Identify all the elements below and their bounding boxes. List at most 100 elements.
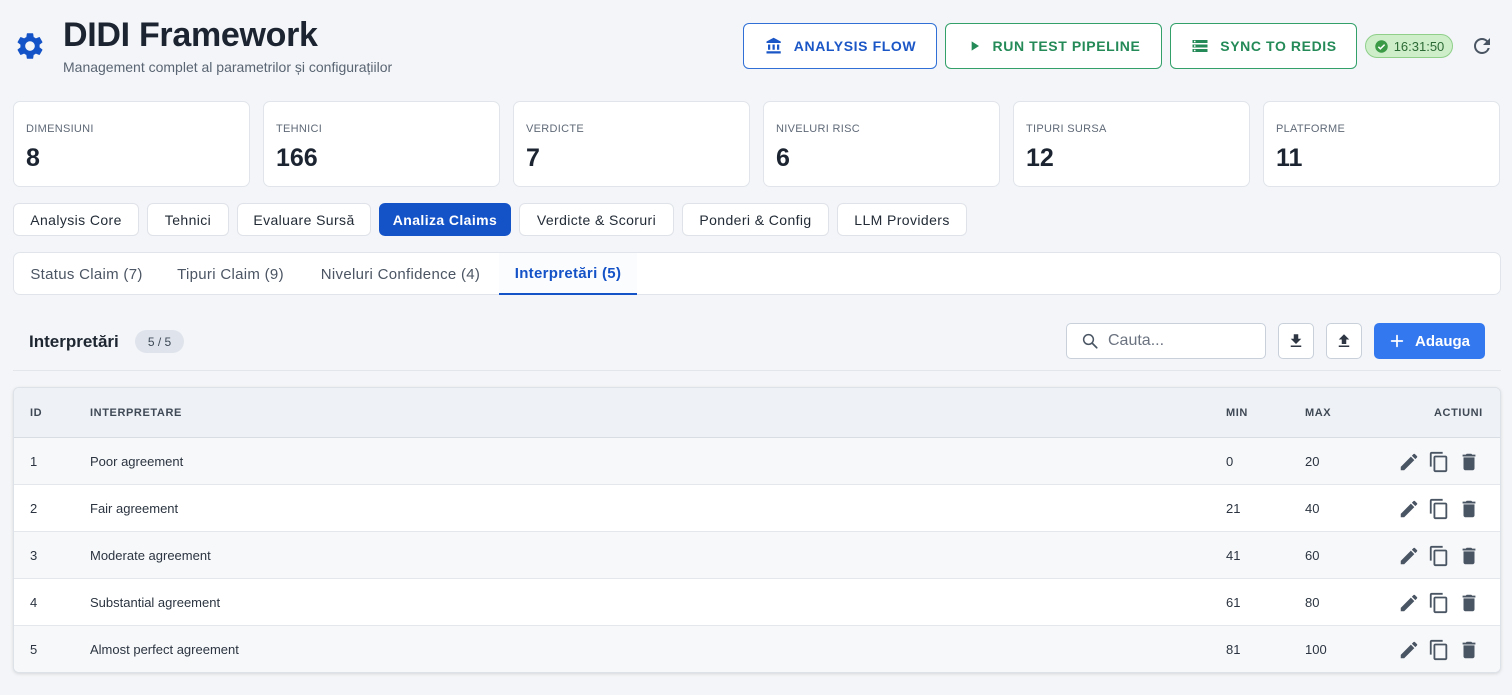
stat-card-verdicte: VERDICTE 7	[513, 101, 750, 187]
cell-interpretare: Almost perfect agreement	[90, 642, 239, 657]
run-test-pipeline-button[interactable]: RUN TEST PIPELINE	[945, 23, 1162, 69]
stat-label: TIPURI SURSA	[1026, 123, 1107, 135]
add-button-label: Adauga	[1414, 332, 1470, 350]
pencil-icon[interactable]	[1398, 451, 1420, 473]
table-row[interactable]: 4 Substantial agreement 61 80	[14, 579, 1500, 626]
table-row[interactable]: 5 Almost perfect agreement 81 100	[14, 626, 1500, 672]
stat-value: 8	[26, 144, 40, 172]
cell-interpretare: Substantial agreement	[90, 595, 221, 610]
stat-label: PLATFORME	[1276, 123, 1346, 135]
stat-card-platforme: PLATFORME 11	[1263, 101, 1500, 187]
stat-value: 12	[1026, 144, 1054, 172]
cell-max: 20	[1305, 454, 1320, 469]
table-row[interactable]: 3 Moderate agreement 41 60	[14, 532, 1500, 579]
table-row[interactable]: 2 Fair agreement 21 40	[14, 485, 1500, 532]
search-input[interactable]	[1066, 323, 1266, 359]
cell-interpretare: Moderate agreement	[90, 548, 211, 563]
trash-icon[interactable]	[1458, 545, 1480, 567]
column-header-max[interactable]: MAX	[1305, 407, 1331, 419]
stat-label: NIVELURI RISC	[776, 123, 860, 135]
analysis-flow-label: ANALYSIS FLOW	[793, 38, 917, 54]
stat-card-tipuri-sursa: TIPURI SURSA 12	[1013, 101, 1250, 187]
copy-icon[interactable]	[1428, 592, 1450, 614]
interpretari-panel: Interpretări 5 / 5 Adauga ID INTERPR	[13, 311, 1501, 673]
pencil-icon[interactable]	[1398, 545, 1420, 567]
import-button[interactable]	[1326, 323, 1362, 359]
tab-evaluare-sursa[interactable]: Evaluare Sursă	[237, 203, 371, 236]
subtab-status-claim[interactable]: Status Claim (7)	[14, 253, 159, 295]
gear-icon	[17, 33, 43, 59]
cell-interpretare: Poor agreement	[90, 454, 184, 469]
analysis-flow-button[interactable]: ANALYSIS FLOW	[743, 23, 937, 69]
tab-ponderi-config[interactable]: Ponderi & Config	[682, 203, 829, 236]
cell-id: 5	[30, 642, 38, 657]
tab-llm-providers[interactable]: LLM Providers	[837, 203, 967, 236]
copy-icon[interactable]	[1428, 545, 1450, 567]
pencil-icon[interactable]	[1398, 639, 1420, 661]
stat-label: VERDICTE	[526, 123, 585, 135]
cell-id: 4	[30, 595, 38, 610]
bank-icon	[766, 37, 781, 54]
sync-to-redis-button[interactable]: SYNC TO REDIS	[1170, 23, 1357, 69]
refresh-icon[interactable]	[1470, 34, 1494, 58]
cell-min: 0	[1226, 454, 1234, 469]
database-icon	[1192, 40, 1208, 52]
pencil-icon[interactable]	[1398, 498, 1420, 520]
app-subtitle: Management complet al parametrilor și co…	[63, 59, 393, 75]
add-button[interactable]: Adauga	[1374, 323, 1485, 359]
trash-icon[interactable]	[1458, 592, 1480, 614]
column-header-min[interactable]: MIN	[1226, 407, 1248, 419]
column-header-actiuni: ACTIUNI	[1434, 407, 1483, 419]
cell-min: 81	[1226, 642, 1241, 657]
pencil-icon[interactable]	[1398, 592, 1420, 614]
column-header-id[interactable]: ID	[30, 407, 42, 419]
play-icon	[971, 41, 979, 51]
trash-icon[interactable]	[1458, 639, 1480, 661]
subtab-tipuri-claim[interactable]: Tipuri Claim (9)	[159, 253, 302, 295]
run-test-pipeline-label: RUN TEST PIPELINE	[992, 38, 1141, 54]
cell-id: 3	[30, 548, 38, 563]
stat-card-niveluri-risc: NIVELURI RISC 6	[763, 101, 1000, 187]
download-icon	[1290, 334, 1302, 347]
table-header: ID INTERPRETARE MIN MAX ACTIUNI	[14, 388, 1500, 438]
cell-max: 40	[1305, 501, 1320, 516]
cell-max: 60	[1305, 548, 1320, 563]
stat-value: 7	[526, 144, 540, 172]
upload-icon	[1338, 334, 1350, 347]
sub-tabs-bar: Status Claim (7) Tipuri Claim (9) Nivelu…	[13, 252, 1501, 295]
subtab-niveluri-confidence[interactable]: Niveluri Confidence (4)	[302, 253, 499, 295]
column-header-interpretare[interactable]: INTERPRETARE	[90, 407, 182, 419]
interpretari-table: ID INTERPRETARE MIN MAX ACTIUNI 1 Poor a…	[13, 387, 1501, 673]
cell-min: 61	[1226, 595, 1241, 610]
tab-analysis-core[interactable]: Analysis Core	[13, 203, 139, 236]
cell-interpretare: Fair agreement	[90, 501, 179, 516]
copy-icon[interactable]	[1428, 639, 1450, 661]
copy-icon[interactable]	[1428, 498, 1450, 520]
stat-card-tehnici: TEHNICI 166	[263, 101, 500, 187]
section-title: Interpretări	[29, 332, 119, 351]
trash-icon[interactable]	[1458, 451, 1480, 473]
check-circle-icon	[1374, 39, 1388, 53]
app-header: DIDI Framework Management complet al par…	[0, 0, 1512, 90]
stat-label: DIMENSIUNI	[26, 123, 94, 135]
trash-icon[interactable]	[1458, 498, 1480, 520]
tab-tehnici[interactable]: Tehnici	[147, 203, 229, 236]
stat-card-dimensiuni: DIMENSIUNI 8	[13, 101, 250, 187]
tab-analiza-claims[interactable]: Analiza Claims	[379, 203, 511, 236]
table-row[interactable]: 1 Poor agreement 0 20	[14, 438, 1500, 485]
cell-min: 41	[1226, 548, 1241, 563]
cell-id: 1	[30, 454, 38, 469]
app-title: DIDI Framework	[63, 16, 318, 54]
subtab-interpretari[interactable]: Interpretări (5)	[499, 253, 637, 295]
table-toolbar: Interpretări 5 / 5 Adauga	[13, 311, 1501, 371]
cell-max: 100	[1305, 642, 1327, 657]
sync-to-redis-label: SYNC TO REDIS	[1220, 38, 1337, 54]
stat-label: TEHNICI	[276, 123, 323, 135]
table-body: 1 Poor agreement 0 20 2 Fair agreement 2…	[14, 438, 1500, 672]
copy-icon[interactable]	[1428, 451, 1450, 473]
stat-value: 6	[776, 144, 790, 172]
export-button[interactable]	[1278, 323, 1314, 359]
tab-verdicte-scoruri[interactable]: Verdicte & Scoruri	[519, 203, 674, 236]
stat-value: 11	[1276, 144, 1303, 172]
stat-value: 166	[276, 144, 318, 172]
